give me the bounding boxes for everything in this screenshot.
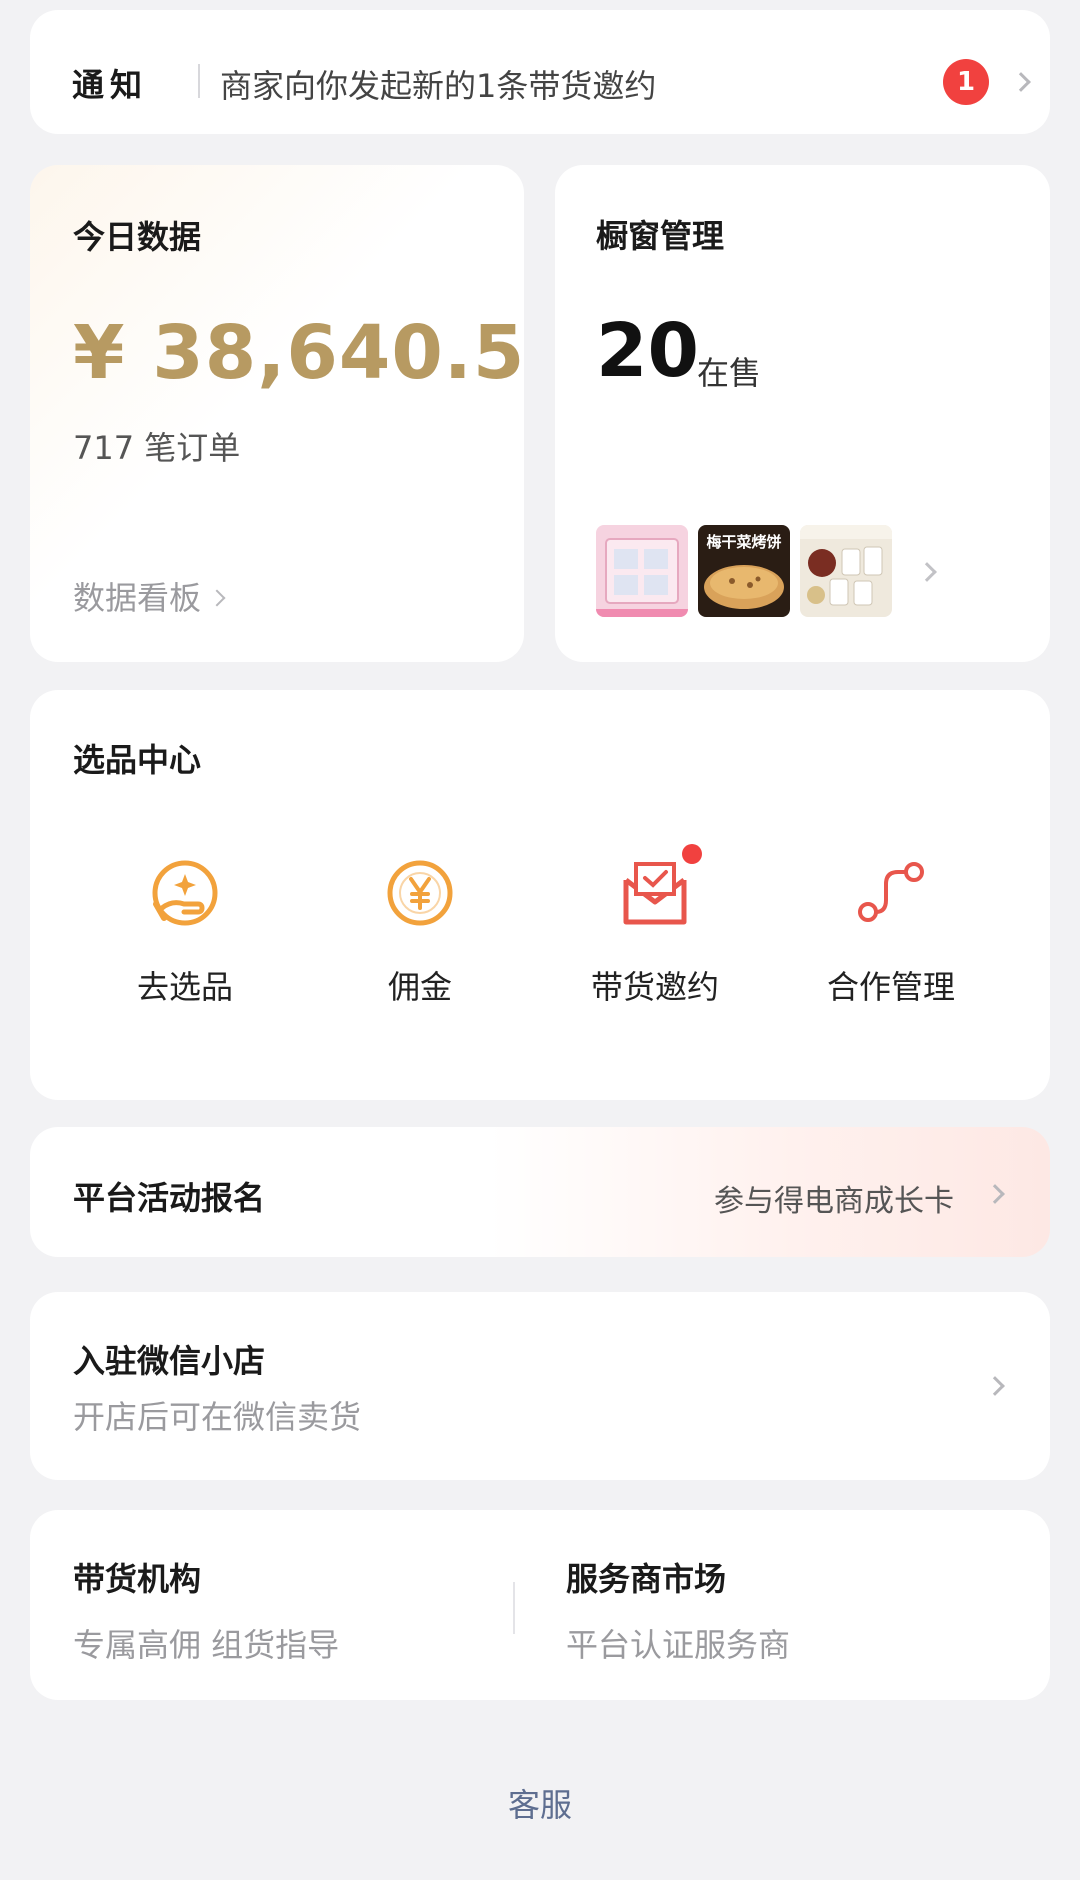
notification-dot [682, 844, 702, 864]
today-order-count: 717 笔订单 [73, 429, 241, 467]
notice-message[interactable]: 商家向你发起新的1条带货邀约 [220, 61, 656, 107]
service-market-subtitle: 平台认证服务商 [566, 1626, 791, 1664]
wechat-shop-title: 入驻微信小店 [73, 1342, 266, 1380]
today-data-title: 今日数据 [73, 218, 202, 256]
connection-path-icon [848, 850, 934, 936]
today-data-card[interactable]: 今日数据 ¥ 38,640.5 717 笔订单 数据看板 [30, 165, 524, 662]
chevron-right-icon [985, 1184, 1005, 1204]
notice-label: 通知 [72, 66, 149, 104]
platform-activity-signup[interactable]: 平台活动报名 参与得电商成长卡 [30, 1127, 1050, 1257]
notice-divider [198, 64, 200, 98]
chevron-right-icon[interactable] [1011, 72, 1031, 92]
sales-institution-entry[interactable]: 带货机构 专属高佣 组货指导 [73, 1554, 339, 1666]
envelope-check-icon [612, 844, 702, 936]
vertical-divider [513, 1582, 515, 1634]
chevron-right-icon [985, 1376, 1005, 1396]
service-market-entry[interactable]: 服务商市场 平台认证服务商 [566, 1554, 790, 1666]
service-market-title: 服务商市场 [566, 1560, 727, 1598]
product-thumbnail-pink-box[interactable] [596, 525, 688, 617]
notice-badge: 1 [943, 59, 989, 105]
dashboard-link-label: 数据看板 [73, 579, 202, 617]
cooperation-management-label: 合作管理 [826, 968, 955, 1006]
thumbnail-text: 梅干菜烤饼 [706, 533, 781, 551]
yen-coin-icon [377, 850, 463, 936]
showcase-title: 橱窗管理 [596, 217, 725, 255]
selection-center-title: 选品中心 [73, 741, 202, 779]
cooperation-management-button[interactable]: 合作管理 [776, 850, 1006, 1008]
chevron-right-icon [208, 589, 226, 607]
hand-star-icon [142, 850, 228, 936]
sales-invitation-button[interactable]: 带货邀约 [540, 844, 770, 1008]
commission-label: 佣金 [387, 968, 452, 1006]
join-wechat-shop[interactable]: 入驻微信小店 开店后可在微信卖货 [30, 1292, 1050, 1480]
platform-activity-title: 平台活动报名 [73, 1179, 266, 1217]
institutions-card: 带货机构 专属高佣 组货指导 服务商市场 平台认证服务商 [30, 1510, 1050, 1700]
notice-bar[interactable]: 通知 商家向你发起新的1条带货邀约 1 [30, 10, 1050, 134]
sales-invitation-label: 带货邀约 [590, 968, 719, 1006]
product-thumbnail-food-cups[interactable] [800, 525, 892, 617]
showcase-on-sale-count: 20 [596, 308, 699, 394]
growth-card-promo: 参与得电商成长卡 [714, 1184, 954, 1219]
today-sales-amount: ¥ 38,640.5 [73, 310, 526, 396]
sales-institution-title: 带货机构 [73, 1560, 202, 1598]
commission-button[interactable]: 佣金 [305, 850, 535, 1008]
showcase-card[interactable]: 橱窗管理 20 在售 梅干菜烤饼 [555, 165, 1050, 662]
chevron-right-icon[interactable] [917, 562, 937, 582]
go-select-products-button[interactable]: 去选品 [70, 850, 300, 1008]
dashboard-link[interactable]: 数据看板 [73, 573, 226, 619]
selection-center-card: 选品中心 去选品 佣金 带货邀约 合作管理 [30, 690, 1050, 1100]
sales-institution-subtitle: 专属高佣 组货指导 [73, 1626, 340, 1664]
wechat-shop-subtitle: 开店后可在微信卖货 [73, 1398, 362, 1436]
customer-service-link[interactable]: 客服 [0, 1780, 1080, 1826]
product-thumbnail-pancake[interactable]: 梅干菜烤饼 [698, 525, 790, 617]
showcase-on-sale-label: 在售 [697, 354, 762, 392]
go-select-products-label: 去选品 [136, 968, 233, 1006]
